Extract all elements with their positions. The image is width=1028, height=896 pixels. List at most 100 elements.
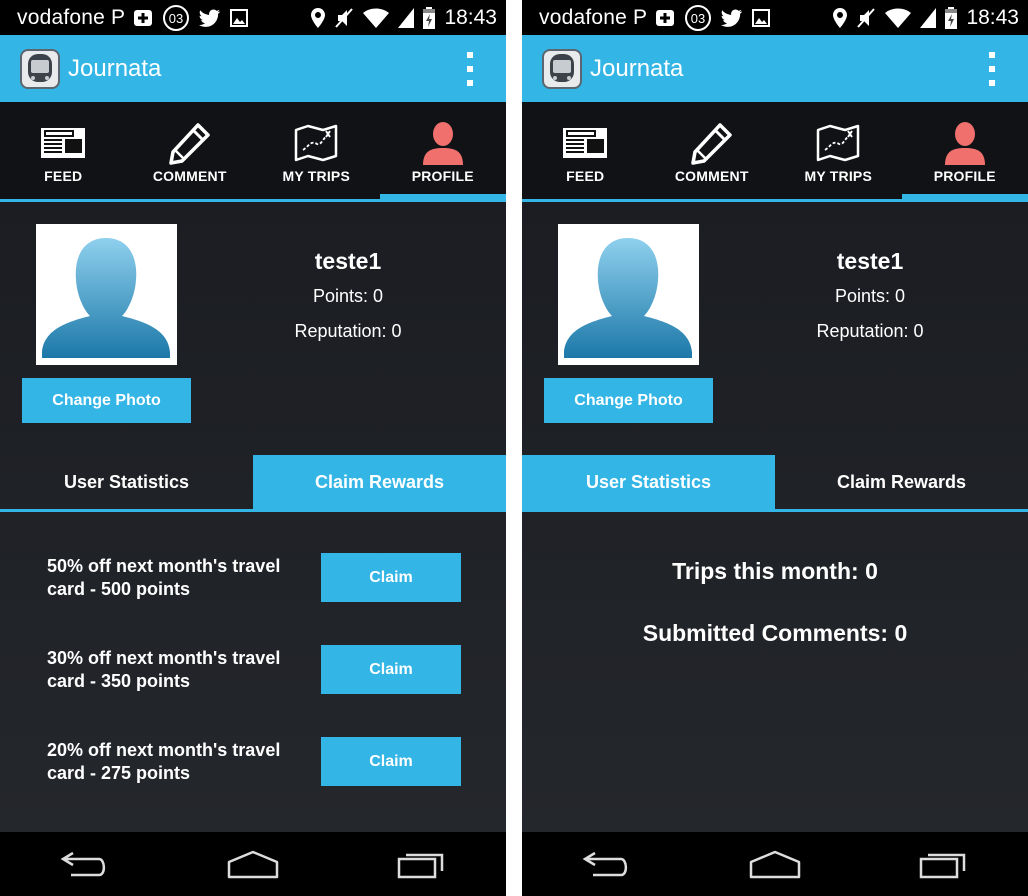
change-photo-button[interactable]: Change Photo bbox=[544, 378, 713, 423]
twitter-icon bbox=[199, 9, 221, 27]
tab-feed-label: FEED bbox=[566, 168, 605, 184]
home-button[interactable] bbox=[213, 839, 293, 889]
default-avatar-icon bbox=[564, 238, 692, 358]
signal-icon bbox=[920, 7, 937, 28]
reward-description: 30% off next month's travel card - 350 p… bbox=[47, 647, 307, 693]
twitter-icon bbox=[721, 9, 743, 27]
tab-comment-label: COMMENT bbox=[152, 168, 227, 184]
wifi-icon bbox=[363, 8, 390, 28]
back-icon bbox=[582, 851, 628, 877]
username: teste1 bbox=[836, 248, 904, 274]
tab-feed[interactable]: FEED bbox=[522, 102, 649, 200]
reward-line-1: 50% off next month's travel bbox=[47, 556, 281, 576]
action-bar: Journata bbox=[522, 35, 1028, 102]
claim-button[interactable]: Claim bbox=[321, 737, 461, 786]
mute-icon bbox=[856, 7, 876, 29]
recents-icon bbox=[919, 853, 965, 879]
tab-claim-rewards[interactable]: Claim Rewards bbox=[775, 455, 1028, 509]
tab-feed[interactable]: FEED bbox=[0, 102, 127, 200]
battery-icon bbox=[945, 6, 958, 29]
screen-user-statistics: vodafone P 03 18:43 Journata FEED COMMEN… bbox=[522, 0, 1028, 896]
sub-tab-divider bbox=[0, 509, 506, 512]
newspaper-icon bbox=[40, 120, 86, 166]
tab-my-trips[interactable]: MY TRIPS bbox=[775, 102, 902, 200]
recents-button[interactable] bbox=[904, 839, 984, 889]
person-icon bbox=[944, 120, 985, 166]
app-title: Journata bbox=[68, 54, 162, 82]
reward-item: 30% off next month's travel card - 350 p… bbox=[0, 645, 506, 695]
sub-tab-divider bbox=[522, 509, 1028, 512]
overflow-menu-icon[interactable] bbox=[464, 51, 476, 86]
back-button[interactable] bbox=[44, 839, 124, 889]
recents-button[interactable] bbox=[382, 839, 462, 889]
claim-button[interactable]: Claim bbox=[321, 553, 461, 602]
reputation-label: Reputation: 0 bbox=[294, 321, 402, 341]
tab-my-trips[interactable]: MY TRIPS bbox=[253, 102, 380, 200]
notification-plus-icon bbox=[655, 9, 675, 27]
reward-line-2: card - 500 points bbox=[47, 579, 191, 599]
svg-text:03: 03 bbox=[169, 11, 183, 26]
tab-profile[interactable]: PROFILE bbox=[901, 102, 1028, 200]
user-info: teste1 Points: 0 Reputation: 0 bbox=[250, 248, 446, 342]
pencil-icon bbox=[690, 120, 734, 166]
submitted-comments: Submitted Comments: 0 bbox=[642, 620, 908, 646]
tab-user-statistics[interactable]: User Statistics bbox=[0, 455, 253, 509]
profile-content: teste1 Points: 0 Reputation: 0 Change Ph… bbox=[522, 202, 1028, 832]
wifi-icon bbox=[885, 8, 912, 28]
back-icon bbox=[60, 851, 106, 877]
app-logo-icon bbox=[542, 48, 582, 89]
reputation-label: Reputation: 0 bbox=[816, 321, 924, 341]
change-photo-button[interactable]: Change Photo bbox=[22, 378, 191, 423]
reward-line-1: 20% off next month's travel bbox=[47, 740, 281, 760]
battery-icon bbox=[423, 6, 436, 29]
action-bar: Journata bbox=[0, 35, 506, 102]
system-nav-bar bbox=[522, 832, 1028, 896]
screen-claim-rewards: vodafone P 03 18:43 Journata FEED COMMEN… bbox=[0, 0, 506, 896]
reward-item: 20% off next month's travel card - 275 p… bbox=[0, 737, 506, 787]
reward-description: 20% off next month's travel card - 275 p… bbox=[47, 739, 307, 785]
main-tab-bar: FEED COMMENT MY TRIPS PROFILE bbox=[522, 102, 1028, 200]
username: teste1 bbox=[314, 248, 382, 274]
user-info: teste1 Points: 0 Reputation: 0 bbox=[772, 248, 968, 342]
tab-my-trips-label: MY TRIPS bbox=[282, 168, 350, 184]
trips-this-month: Trips this month: 0 bbox=[672, 558, 878, 584]
overflow-menu-icon[interactable] bbox=[986, 51, 998, 86]
svg-text:03: 03 bbox=[691, 11, 705, 26]
tab-comment-label: COMMENT bbox=[674, 168, 749, 184]
back-button[interactable] bbox=[566, 839, 646, 889]
newspaper-icon bbox=[562, 120, 608, 166]
claim-button[interactable]: Claim bbox=[321, 645, 461, 694]
points-label: Points: 0 bbox=[312, 286, 384, 306]
recents-icon bbox=[397, 853, 443, 879]
tab-user-statistics[interactable]: User Statistics bbox=[522, 455, 775, 509]
signal-icon bbox=[398, 7, 415, 28]
notification-plus-icon bbox=[133, 9, 153, 27]
profile-sub-tabs: User Statistics Claim Rewards bbox=[522, 455, 1028, 509]
carrier-label: vodafone P bbox=[539, 5, 648, 29]
tab-profile[interactable]: PROFILE bbox=[379, 102, 506, 200]
reward-item: 50% off next month's travel card - 500 p… bbox=[0, 553, 506, 603]
home-button[interactable] bbox=[735, 839, 815, 889]
tab-claim-rewards[interactable]: Claim Rewards bbox=[253, 455, 506, 509]
reward-line-1: 30% off next month's travel bbox=[47, 648, 281, 668]
notification-badge-icon: 03 bbox=[162, 4, 190, 32]
status-bar: vodafone P 03 18:43 bbox=[522, 0, 1028, 35]
reward-line-2: card - 275 points bbox=[47, 763, 191, 783]
pencil-icon bbox=[168, 120, 212, 166]
location-icon bbox=[833, 7, 848, 28]
clock: 18:43 bbox=[966, 5, 1019, 29]
person-icon bbox=[422, 120, 463, 166]
location-icon bbox=[311, 7, 326, 28]
notification-badge-icon: 03 bbox=[684, 4, 712, 32]
tab-profile-label: PROFILE bbox=[933, 168, 996, 184]
tab-comment[interactable]: COMMENT bbox=[649, 102, 776, 200]
carrier-label: vodafone P bbox=[17, 5, 126, 29]
tab-profile-label: PROFILE bbox=[411, 168, 474, 184]
default-avatar-icon bbox=[42, 238, 170, 358]
map-icon bbox=[293, 120, 339, 166]
tab-comment[interactable]: COMMENT bbox=[127, 102, 254, 200]
tab-my-trips-label: MY TRIPS bbox=[804, 168, 872, 184]
home-icon bbox=[749, 850, 801, 879]
image-icon bbox=[752, 8, 771, 27]
system-nav-bar bbox=[0, 832, 506, 896]
